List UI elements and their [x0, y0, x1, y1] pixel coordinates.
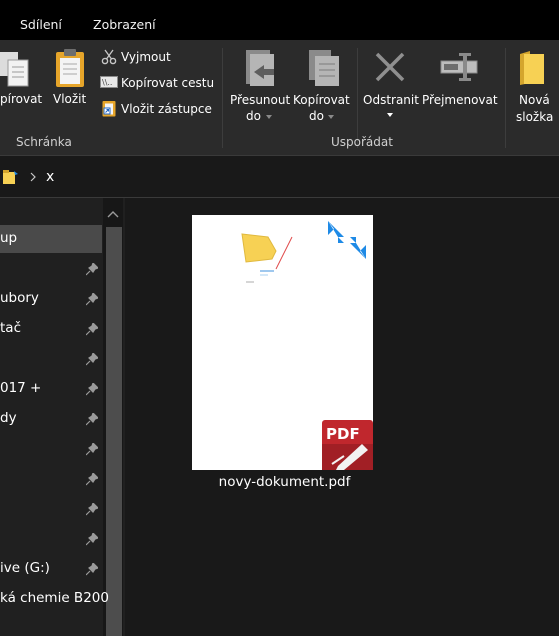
copy-to-dropdown[interactable] — [328, 115, 334, 119]
paste-shortcut-icon — [102, 101, 116, 117]
pin-icon[interactable] — [86, 503, 98, 517]
nav-scroll-thumb[interactable] — [106, 227, 122, 636]
chevron-right-icon[interactable] — [29, 172, 37, 182]
new-folder-button[interactable]: Nová — [519, 93, 550, 107]
copy-button[interactable]: pírovat — [0, 92, 42, 106]
ribbon: pírovat Vložit Vyjmout \\.. Kopírovat ce… — [0, 40, 559, 155]
scissors-icon — [101, 49, 117, 65]
pin-icon[interactable] — [86, 443, 98, 457]
delete-x-icon — [375, 52, 405, 82]
ribbon-tab-bar: Sdílení Zobrazení — [0, 0, 559, 40]
rename-button[interactable]: Přejmenovat — [422, 93, 498, 107]
tab-share[interactable]: Sdílení — [20, 17, 62, 32]
file-name[interactable]: novy-dokument.pdf — [192, 474, 377, 490]
paste-shortcut-button[interactable]: Vložit zástupce — [121, 102, 212, 116]
nav-item[interactable]: tač — [0, 320, 21, 336]
copy-to-button[interactable]: Kopírovat — [293, 93, 350, 107]
nav-item[interactable]: ubory — [0, 290, 39, 306]
nav-item[interactable]: ká chemie B200 — [0, 590, 109, 606]
pin-icon[interactable] — [86, 533, 98, 547]
pdf-icon: PDF — [322, 420, 373, 470]
pin-icon[interactable] — [86, 413, 98, 427]
svg-text:\\..: \\.. — [102, 78, 112, 87]
ribbon-separator — [222, 48, 223, 148]
paste-button[interactable]: Vložit — [53, 92, 86, 106]
delete-dropdown[interactable] — [387, 113, 393, 117]
pin-icon[interactable] — [86, 263, 98, 277]
move-to-label-2: do — [246, 109, 261, 123]
copy-path-button[interactable]: Kopírovat cestu — [121, 76, 214, 90]
rename-icon — [440, 53, 478, 81]
delete-button[interactable]: Odstranit — [363, 93, 419, 107]
copy-icon — [0, 52, 29, 87]
move-to-dropdown[interactable] — [266, 115, 272, 119]
folder-icon — [3, 170, 18, 184]
organize-group-label: Uspořádat — [331, 135, 393, 149]
breadcrumb-current[interactable]: x — [46, 169, 54, 185]
new-folder-icon — [520, 51, 544, 85]
pin-icon[interactable] — [86, 323, 98, 337]
ribbon-separator — [357, 48, 358, 148]
copy-to-label-2: do — [309, 109, 324, 123]
move-to-icon — [246, 50, 274, 86]
cut-button[interactable]: Vyjmout — [121, 50, 171, 64]
pin-icon[interactable] — [86, 473, 98, 487]
move-to-button[interactable]: Přesunout — [230, 93, 290, 107]
pin-icon[interactable] — [86, 293, 98, 307]
address-bar[interactable]: x — [0, 155, 559, 197]
pin-icon[interactable] — [86, 383, 98, 397]
new-folder-label-2: složka — [516, 110, 554, 124]
clipboard-group-label: Schránka — [16, 135, 72, 149]
copy-path-icon: \\.. — [100, 76, 118, 88]
nav-item[interactable]: 017 + — [0, 380, 41, 396]
tab-view[interactable]: Zobrazení — [93, 17, 156, 32]
pdf-badge-label: PDF — [326, 425, 360, 443]
ribbon-separator — [505, 48, 506, 148]
nav-item[interactable]: ive (G:) — [0, 560, 50, 576]
pin-icon[interactable] — [86, 353, 98, 367]
pin-icon[interactable] — [86, 563, 98, 577]
nav-item[interactable]: dy — [0, 410, 17, 426]
copy-to-icon — [309, 50, 339, 86]
file-thumbnail[interactable]: PDF — [192, 215, 373, 470]
scroll-up-icon[interactable] — [107, 210, 119, 218]
nav-item[interactable]: up — [0, 230, 17, 246]
clipboard-icon — [56, 49, 84, 87]
